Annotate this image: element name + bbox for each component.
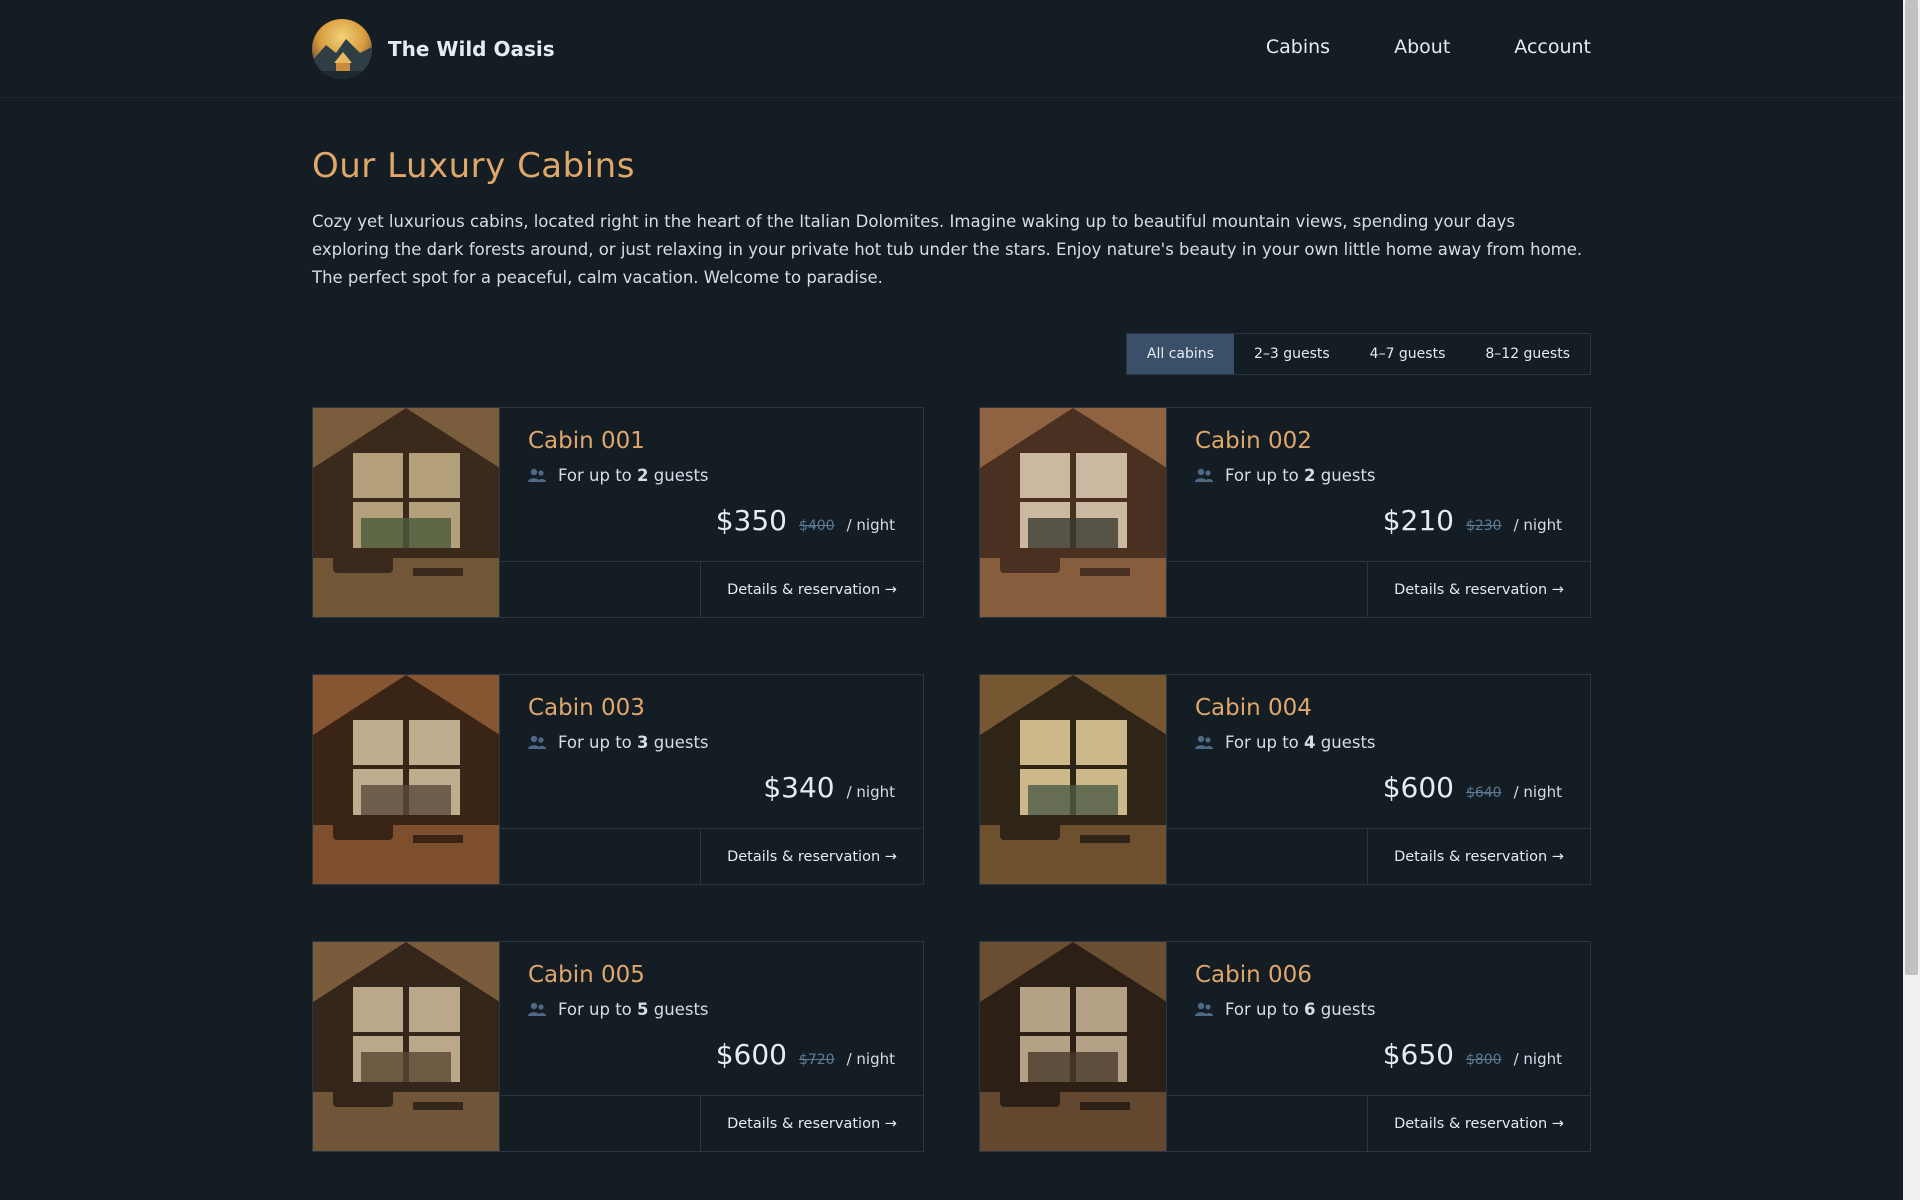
cabin-photo [980,675,1167,884]
brand-name: The Wild Oasis [388,37,555,61]
scrollbar[interactable] [1903,0,1920,1200]
filter-2-3-guests[interactable]: 2–3 guests [1234,334,1350,374]
original-price: $400 [798,518,835,534]
per-night-label: / night [1513,1050,1562,1068]
guests-text: For up to 3 guests [558,733,709,752]
per-night-label: / night [1513,783,1562,801]
cabin-name: Cabin 003 [528,695,645,721]
guest-capacity: For up to 6 guests [1195,1000,1562,1019]
site-header: The Wild Oasis Cabins About Account [0,0,1903,98]
cabin-card-3: Cabin 003 For up to 3 guests $340 / nigh… [312,674,924,885]
price-row: $600 $640 / night [1383,771,1562,804]
cabin-price: $210 [1382,504,1454,537]
cabin-name: Cabin 001 [528,428,645,454]
cabin-photo [313,675,500,884]
price-row: $340 / night [763,771,895,804]
original-price: $230 [1465,518,1502,534]
nav-account[interactable]: Account [1514,36,1591,58]
cabin-card-2: Cabin 002 For up to 2 guests $210 $230 /… [979,407,1591,618]
original-price: $720 [798,1052,835,1068]
main-nav: Cabins About Account [1266,36,1591,58]
cabin-price: $350 [715,504,787,537]
cabin-photo [980,408,1167,617]
guests-text: For up to 6 guests [1225,1000,1376,1019]
details-reservation-button[interactable]: Details & reservation → [1367,562,1590,618]
cabin-card-6: Cabin 006 For up to 6 guests $650 $800 /… [979,941,1591,1152]
per-night-label: / night [1513,516,1562,534]
users-icon [1195,1002,1213,1016]
details-reservation-button[interactable]: Details & reservation → [1367,829,1590,885]
scrollbar-thumb[interactable] [1905,0,1918,975]
cabin-photo [313,942,500,1151]
filter-8-12-guests[interactable]: 8–12 guests [1465,334,1590,374]
intro-text: Cozy yet luxurious cabins, located right… [312,212,1583,287]
per-night-label: / night [846,516,895,534]
users-icon [528,1002,546,1016]
cabin-grid: Cabin 001 For up to 2 guests $350 $400 /… [312,407,1591,1152]
per-night-label: / night [846,1050,895,1068]
per-night-label: / night [846,783,895,801]
guests-text: For up to 2 guests [1225,466,1376,485]
cabin-photo [313,408,500,617]
filter-all-cabins[interactable]: All cabins [1126,334,1234,374]
details-reservation-button[interactable]: Details & reservation → [700,1096,923,1152]
capacity-filter: All cabins 2–3 guests 4–7 guests 8–12 gu… [1125,333,1591,375]
nav-about[interactable]: About [1394,36,1450,58]
users-icon [1195,468,1213,482]
details-reservation-button[interactable]: Details & reservation → [1367,1096,1590,1152]
details-reservation-button[interactable]: Details & reservation → [700,562,923,618]
filter-4-7-guests[interactable]: 4–7 guests [1350,334,1466,374]
users-icon [528,735,546,749]
guest-capacity: For up to 2 guests [1195,466,1562,485]
nav-cabins[interactable]: Cabins [1266,36,1330,58]
cabin-name: Cabin 005 [528,962,645,988]
guest-capacity: For up to 2 guests [528,466,895,485]
cabin-price: $340 [763,771,835,804]
price-row: $210 $230 / night [1383,504,1562,537]
cabin-name: Cabin 002 [1195,428,1312,454]
guest-capacity: For up to 4 guests [1195,733,1562,752]
cabin-photo [980,942,1167,1151]
cabin-name: Cabin 006 [1195,962,1312,988]
cabin-card-4: Cabin 004 For up to 4 guests $600 $640 /… [979,674,1591,885]
price-row: $650 $800 / night [1383,1038,1562,1071]
cabin-name: Cabin 004 [1195,695,1312,721]
users-icon [528,468,546,482]
guests-text: For up to 4 guests [1225,733,1376,752]
details-reservation-button[interactable]: Details & reservation → [700,829,923,885]
price-row: $600 $720 / night [716,1038,895,1071]
main-content: Our Luxury Cabins Cozy yet luxurious cab… [312,98,1591,1152]
cabin-price: $650 [1382,1038,1454,1071]
original-price: $640 [1465,785,1502,801]
price-row: $350 $400 / night [716,504,895,537]
guests-text: For up to 5 guests [558,1000,709,1019]
page-title: Our Luxury Cabins [312,146,635,186]
cabin-price: $600 [1382,771,1454,804]
cabin-price: $600 [715,1038,787,1071]
guest-capacity: For up to 5 guests [528,1000,895,1019]
users-icon [1195,735,1213,749]
brand-logo[interactable]: The Wild Oasis [312,19,555,79]
cabin-card-1: Cabin 001 For up to 2 guests $350 $400 /… [312,407,924,618]
guests-text: For up to 2 guests [558,466,709,485]
cabin-card-5: Cabin 005 For up to 5 guests $600 $720 /… [312,941,924,1152]
original-price: $800 [1465,1052,1502,1068]
guest-capacity: For up to 3 guests [528,733,895,752]
logo-image [312,19,372,79]
